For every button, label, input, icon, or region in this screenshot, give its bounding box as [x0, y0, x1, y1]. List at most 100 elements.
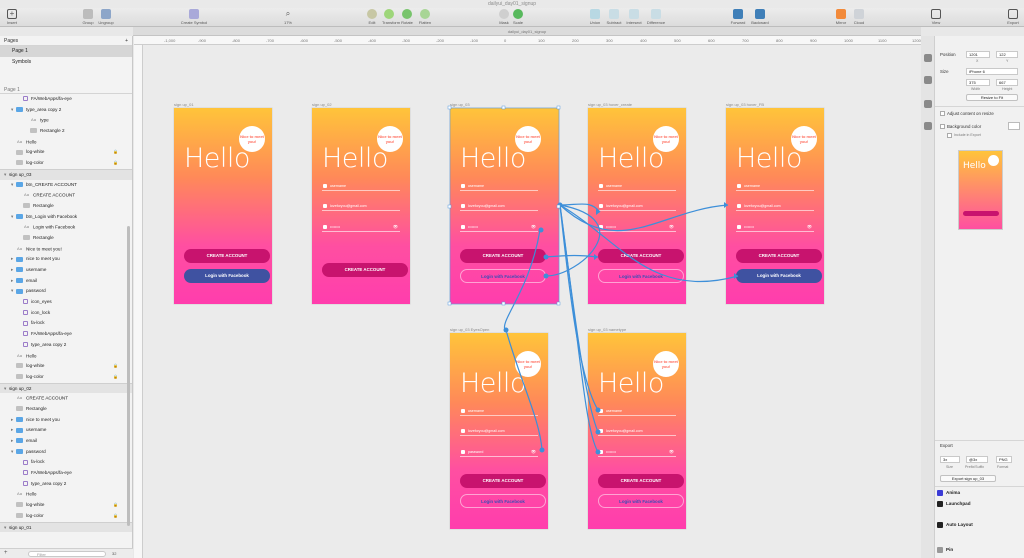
username-field[interactable]: username [460, 181, 538, 191]
adjust-content-checkbox[interactable] [940, 111, 945, 116]
forward-button[interactable]: Forward [730, 9, 746, 25]
email-field[interactable]: loveforyou@gmail.com [598, 201, 676, 211]
layer-item[interactable]: Rectangle [0, 201, 132, 212]
create-account-button[interactable]: CREATE ACCOUNT [736, 249, 822, 263]
export-scale-input[interactable]: 3x [940, 456, 960, 463]
email-field[interactable]: loveforyou@gmail.com [322, 201, 400, 211]
artboard-title[interactable]: sign up_03 hover_FB [726, 102, 764, 107]
layer-artboard[interactable]: ▾ sign up_03 [0, 168, 132, 180]
artboard-title[interactable]: sign up_02 [312, 102, 332, 107]
export-button[interactable]: Export [1006, 9, 1020, 25]
distribute-icon[interactable] [924, 76, 932, 84]
layer-item[interactable]: ▸ nice to meet you [0, 415, 132, 426]
lock-icon[interactable]: 🔒 [113, 511, 118, 522]
password-field[interactable]: •••••••• 👁 [598, 447, 676, 457]
lock-icon[interactable]: 🔒 [113, 500, 118, 511]
resize-to-fit-button[interactable]: Resize to Fit [966, 94, 1018, 101]
export-suffix-input[interactable]: @3x [966, 456, 988, 463]
password-field[interactable]: •••••••• 👁 [598, 222, 676, 232]
union-button[interactable]: Union [588, 9, 602, 25]
intersect-button[interactable]: Intersect [626, 9, 642, 25]
artboard[interactable]: Nice to meet you! Hello username loveforyou… [450, 108, 559, 304]
layer-item[interactable]: ▸ username [0, 425, 132, 436]
align-icon[interactable] [924, 54, 932, 62]
username-field[interactable]: username [460, 406, 538, 416]
eye-icon[interactable]: 👁 [669, 222, 674, 232]
layers-scrollbar[interactable] [127, 226, 130, 526]
mirror-button[interactable]: Mirror [834, 9, 848, 25]
layer-item[interactable]: log-color 🔒 [0, 158, 132, 169]
create-account-button[interactable]: CREATE ACCOUNT [322, 263, 408, 277]
username-field[interactable]: username [598, 406, 676, 416]
artboard[interactable]: Nice to meet you! Hello username loveforyou… [312, 108, 410, 304]
password-field[interactable]: •••••••• 👁 [736, 222, 814, 232]
layer-item[interactable]: log-white 🔒 [0, 147, 132, 158]
eye-icon[interactable]: 👁 [531, 222, 536, 232]
lock-icon[interactable]: 🔒 [113, 372, 118, 383]
plugin-anima[interactable]: Anima [937, 488, 960, 498]
layer-item[interactable]: Aa Hello [0, 351, 132, 362]
layer-item[interactable]: FA/WebApps/fa-eye [0, 94, 132, 105]
artboard-title[interactable]: sign up_03 [450, 102, 470, 107]
artboard[interactable]: Nice to meet you! Hello username loveforyou… [588, 108, 686, 304]
layer-item[interactable]: Aa Nice to meet you! [0, 244, 132, 255]
layer-item[interactable]: ▸ email [0, 436, 132, 447]
login-with-facebook-button[interactable]: Login with Facebook [184, 269, 270, 283]
export-format-select[interactable]: PNG [996, 456, 1012, 463]
difference-button[interactable]: Difference [646, 9, 666, 25]
width-input[interactable]: 375 [966, 79, 990, 86]
lock-icon[interactable]: 🔒 [113, 361, 118, 372]
x-input[interactable]: 1201 [966, 51, 990, 58]
layer-item[interactable]: Rectangle 2 [0, 126, 132, 137]
login-with-facebook-button[interactable]: Login with Facebook [460, 494, 546, 508]
password-field[interactable]: password 👁 [460, 447, 538, 457]
zoom-control[interactable]: ⌕ 17% [276, 9, 300, 25]
layer-item[interactable]: ▾ password [0, 286, 132, 297]
email-field[interactable]: loveforyou@gmail.com [460, 201, 538, 211]
subtract-button[interactable]: Subtract [606, 9, 622, 25]
layer-item[interactable]: ▸ username [0, 265, 132, 276]
layer-item[interactable]: ▾ btn_CREATE ACCOUNT [0, 180, 132, 191]
artboard[interactable]: Nice to meet you! Hello username loveforyou… [726, 108, 824, 304]
layer-item[interactable]: Aa CREATE ACCOUNT [0, 393, 132, 404]
layer-item[interactable]: type_area copy 2 [0, 479, 132, 490]
password-field[interactable]: •••••••• 👁 [460, 222, 538, 232]
export-artboard-button[interactable]: Export sign up_03 [940, 475, 996, 482]
create-account-button[interactable]: CREATE ACCOUNT [460, 474, 546, 488]
layer-item[interactable]: log-color 🔒 [0, 511, 132, 522]
login-with-facebook-button[interactable]: Login with Facebook [598, 494, 684, 508]
layer-item[interactable]: fa-lock [0, 457, 132, 468]
layer-item[interactable]: Aa Login with Facebook [0, 222, 132, 233]
layer-item[interactable]: Rectangle [0, 233, 132, 244]
size-preset-select[interactable]: iPhone 6 [966, 68, 1018, 75]
layer-item[interactable]: ▾ password [0, 447, 132, 458]
layer-item[interactable]: log-white 🔒 [0, 361, 132, 372]
group-button[interactable]: Group [80, 9, 96, 25]
view-button[interactable]: View [930, 9, 942, 25]
plugin-pin[interactable]: Pin [937, 545, 953, 555]
layer-item[interactable]: ▸ nice to meet you [0, 254, 132, 265]
username-field[interactable]: username [598, 181, 676, 191]
artboard-title[interactable]: sign up_03 hover_create [588, 102, 632, 107]
edit-button[interactable]: Edit [366, 9, 378, 25]
page-item-symbols[interactable]: Symbols [0, 57, 132, 68]
artboard[interactable]: Nice to meet you! Hello CREATE ACCOUNT Logi… [174, 108, 272, 304]
y-input[interactable]: 122 [996, 51, 1018, 58]
add-layer-icon[interactable]: + [4, 550, 8, 556]
password-field[interactable]: •••••••• 👁 [322, 222, 400, 232]
layer-item[interactable]: type_area copy 2 [0, 340, 132, 351]
create-account-button[interactable]: CREATE ACCOUNT [598, 249, 684, 263]
layer-item[interactable]: log-color 🔒 [0, 372, 132, 383]
layer-item[interactable]: fa-lock [0, 318, 132, 329]
transform-button[interactable]: Transform [382, 9, 400, 25]
layer-item[interactable]: ▾ btn_Login with Facebook [0, 212, 132, 223]
artboard-title[interactable]: sign up_01 [174, 102, 194, 107]
arrange-icon[interactable] [924, 122, 932, 130]
create-symbol-button[interactable]: Create Symbol [180, 9, 208, 25]
artboard-title[interactable]: sign up_03 EyesOpen [450, 327, 489, 332]
eye-icon[interactable]: 👁 [807, 222, 812, 232]
layer-item[interactable]: Aa CREATE ACCOUNT [0, 190, 132, 201]
email-field[interactable]: loveforyou@gmail.com [598, 426, 676, 436]
include-in-export-checkbox[interactable] [947, 133, 952, 138]
artboard[interactable]: Nice to meet you! Hello username loveforyou… [450, 333, 548, 529]
